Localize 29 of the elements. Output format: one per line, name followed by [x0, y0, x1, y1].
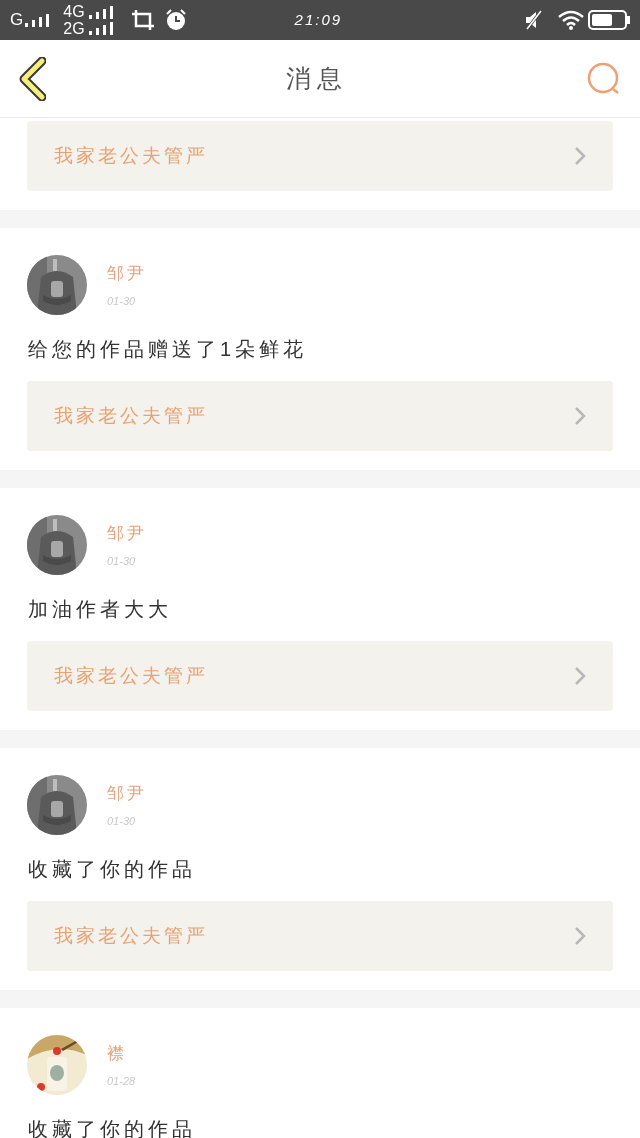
work-link[interactable]: 我家老公夫管严	[27, 381, 613, 451]
page-title: 消息	[286, 62, 348, 94]
wifi-icon	[558, 10, 584, 30]
network-label: 2G	[63, 20, 85, 37]
network-label: G	[10, 9, 24, 32]
work-link[interactable]: 我家老公夫管严	[27, 121, 613, 191]
user-name: 邹尹	[107, 263, 147, 285]
search-icon	[587, 61, 621, 96]
user-name: 襟	[107, 1043, 128, 1065]
chevron-right-icon	[574, 146, 586, 166]
work-link[interactable]: 我家老公夫管严	[27, 641, 613, 711]
message-text: 加油作者大大	[27, 597, 173, 622]
network-label: 4G	[63, 3, 85, 20]
message-text: 收藏了你的作品	[27, 857, 197, 882]
chevron-right-icon	[574, 406, 586, 426]
back-icon	[18, 56, 46, 101]
work-link[interactable]: 我家老公夫管严	[27, 901, 613, 971]
screenshot-icon	[130, 9, 155, 31]
back-button[interactable]	[18, 56, 48, 101]
mute-icon	[524, 10, 544, 30]
user-name: 邹尹	[107, 783, 147, 805]
chevron-right-icon	[574, 926, 586, 946]
status-time: 21:09	[294, 9, 343, 30]
message-text: 给您的作品赠送了1朵鲜花	[27, 337, 309, 362]
chevron-right-icon	[574, 666, 586, 686]
battery-icon	[588, 10, 630, 30]
message-text: 收藏了你的作品	[27, 1117, 197, 1138]
alarm-icon	[164, 9, 187, 31]
user-name: 邹尹	[107, 523, 147, 545]
